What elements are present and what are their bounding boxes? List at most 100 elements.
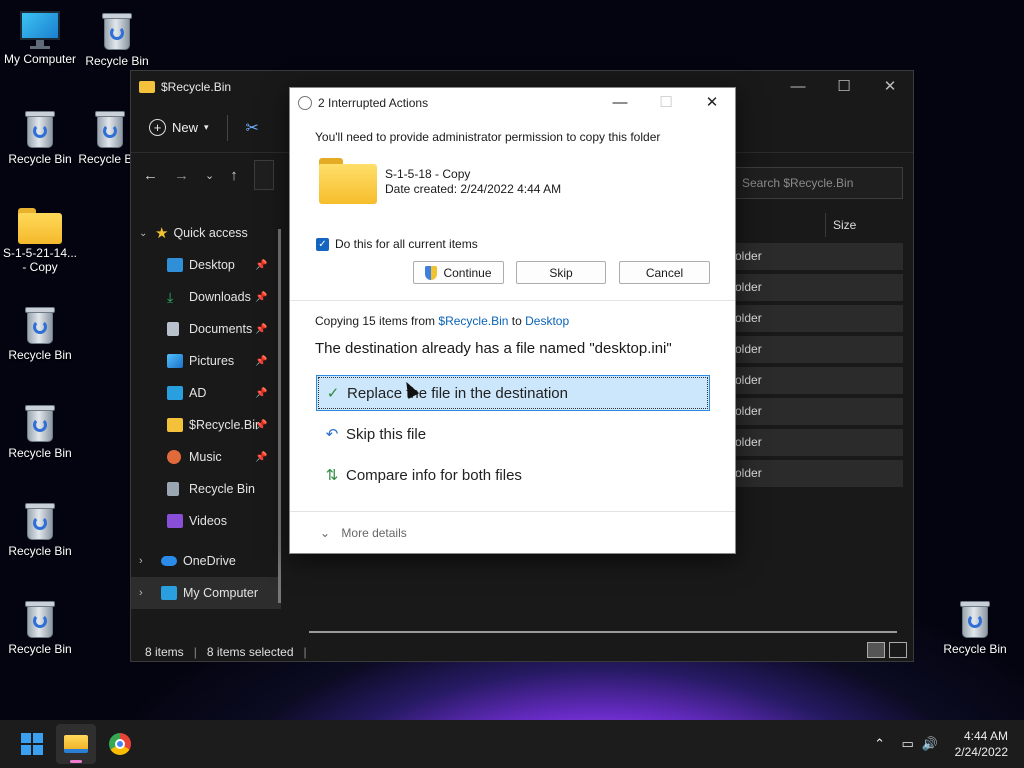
folder-icon [167,418,183,432]
skip-button-label: Skip [549,265,573,280]
checkmark-icon: ✓ [326,385,340,402]
desktop-icon-label: Recycle Bin [8,544,72,558]
nav-item-desktop[interactable]: Desktop 📌 [131,249,281,281]
source-link[interactable]: $Recycle.Bin [438,314,508,328]
cut-icon[interactable]: ✂ [246,118,259,138]
videos-icon [167,514,183,528]
folder-icon [319,158,377,204]
recent-locations-chevron-icon[interactable]: ⌄ [205,169,214,182]
desktop-icon-recycle-bin[interactable]: Recycle Bin [0,108,80,166]
folder-icon [139,81,155,93]
taskbar-chrome[interactable] [100,724,140,764]
file-row[interactable]: older [727,274,903,301]
nav-item-label: Music [189,450,222,464]
close-button[interactable]: ✕ [689,88,735,116]
network-icon[interactable]: ▭ [897,736,919,752]
recycle-bin-icon [100,10,134,52]
horizontal-scrollbar[interactable] [309,631,897,633]
file-row[interactable]: older [727,429,903,456]
file-row[interactable]: older [727,305,903,332]
nav-item-ad[interactable]: AD 📌 [131,377,281,409]
desktop-icon-recycle-bin[interactable]: Recycle Bin [0,402,80,460]
dialog-divider [290,511,735,512]
file-row[interactable]: older [727,367,903,394]
chevron-down-icon[interactable]: ⌄ [139,228,155,239]
new-button-label: New [172,120,199,135]
start-button[interactable] [12,724,52,764]
skip-file-option[interactable]: ↶ Skip this file [316,416,710,452]
maximize-button[interactable]: ☐ [821,71,867,101]
column-header-size[interactable]: Size [825,213,856,237]
checkbox-label: Do this for all current items [335,237,478,251]
apply-to-all-checkbox[interactable]: ✓ Do this for all current items [316,237,478,251]
desktop-icon-recycle-bin[interactable]: Recycle Bin [0,304,80,362]
large-icons-view-icon[interactable] [889,642,907,658]
cancel-button[interactable]: Cancel [619,261,710,284]
nav-item-videos[interactable]: Videos [131,505,281,537]
replace-file-option[interactable]: ✓ Replace the file in the destination [316,375,710,411]
taskbar: ⌃ ▭ 🔊 4:44 AM 2/24/2022 [0,720,1024,768]
desktop-icon-label: S-1-5-21-14... - Copy [2,246,78,274]
volume-icon[interactable]: 🔊 [919,736,941,752]
nav-item-my-computer[interactable]: › My Computer [131,577,281,609]
recycle-bin-icon [93,108,127,150]
continue-button[interactable]: Continue [413,261,504,284]
file-row[interactable]: older [727,460,903,487]
nav-item-label: Documents [189,322,253,336]
nav-item-quick-access[interactable]: ⌄ ★ Quick access [131,217,281,249]
nav-item-label: Downloads [189,290,251,304]
nav-scrollbar[interactable] [278,229,281,603]
up-arrow-icon[interactable]: ↑ [230,167,238,184]
nav-item-recycle-bin-folder[interactable]: $Recycle.Bir 📌 [131,409,281,441]
desktop-icon-recycle-bin[interactable]: Recycle Bin [77,10,157,68]
desktop-icon-my-computer[interactable]: My Computer [0,10,80,66]
desktop-icon-recycle-bin[interactable]: Recycle Bin [0,598,80,656]
chevron-right-icon[interactable]: › [139,555,161,567]
computer-icon [19,10,61,50]
file-row[interactable]: older [727,336,903,363]
file-row[interactable]: older [727,398,903,425]
file-row[interactable]: older [727,243,903,270]
conflict-message: The destination already has a file named… [315,340,672,357]
pin-icon: 📌 [255,387,268,399]
clock-time: 4:44 AM [963,729,1008,743]
close-button[interactable]: ✕ [867,71,913,101]
nav-item-label: Pictures [189,354,235,368]
search-input[interactable]: Search $Recycle.Bin [727,167,903,199]
checkmark-icon[interactable]: ✓ [316,237,329,251]
details-view-icon[interactable] [867,642,885,658]
desktop-icon-folder-copy[interactable]: S-1-5-21-14... - Copy [0,208,80,274]
windows-logo-icon [21,733,43,755]
option-label: Replace the file in the destination [347,384,568,402]
chevron-up-icon[interactable]: ⌃ [869,736,891,752]
undo-arrow-icon: ↶ [325,426,339,443]
pin-icon: 📌 [255,259,268,271]
taskbar-clock[interactable]: 4:44 AM 2/24/2022 [941,728,1024,760]
forward-arrow-icon[interactable]: → [174,167,189,184]
new-button[interactable]: + New ▾ [149,119,209,136]
nav-item-label: OneDrive [183,554,236,568]
nav-item-onedrive[interactable]: › OneDrive [131,545,281,577]
desktop-icon-recycle-bin[interactable]: Recycle Bin [0,500,80,558]
nav-item-pictures[interactable]: Pictures 📌 [131,345,281,377]
destination-link[interactable]: Desktop [525,314,569,328]
back-arrow-icon[interactable]: ← [143,167,158,184]
taskbar-file-explorer[interactable] [56,724,96,764]
minimize-button[interactable]: — [775,71,821,101]
more-details-toggle[interactable]: ⌄ More details [320,526,407,540]
document-icon [167,322,179,336]
desktop-icon-label: Recycle Bin [8,642,72,656]
status-divider: | [193,645,197,659]
option-label: Skip this file [346,425,427,443]
skip-button[interactable]: Skip [516,261,606,284]
nav-item-downloads[interactable]: ⤓ Downloads 📌 [131,281,281,313]
nav-item-music[interactable]: Music 📌 [131,441,281,473]
nav-item-documents[interactable]: Documents 📌 [131,313,281,345]
file-name: S-1-5-18 - Copy [385,167,471,181]
address-bar[interactable] [253,160,274,190]
desktop-icon-recycle-bin[interactable]: Recycle Bin [935,598,1015,656]
chevron-right-icon[interactable]: › [139,587,161,599]
minimize-button[interactable]: — [597,88,643,116]
compare-files-option[interactable]: ⇅ Compare info for both files [316,457,710,493]
nav-item-recycle-bin[interactable]: Recycle Bin [131,473,281,505]
